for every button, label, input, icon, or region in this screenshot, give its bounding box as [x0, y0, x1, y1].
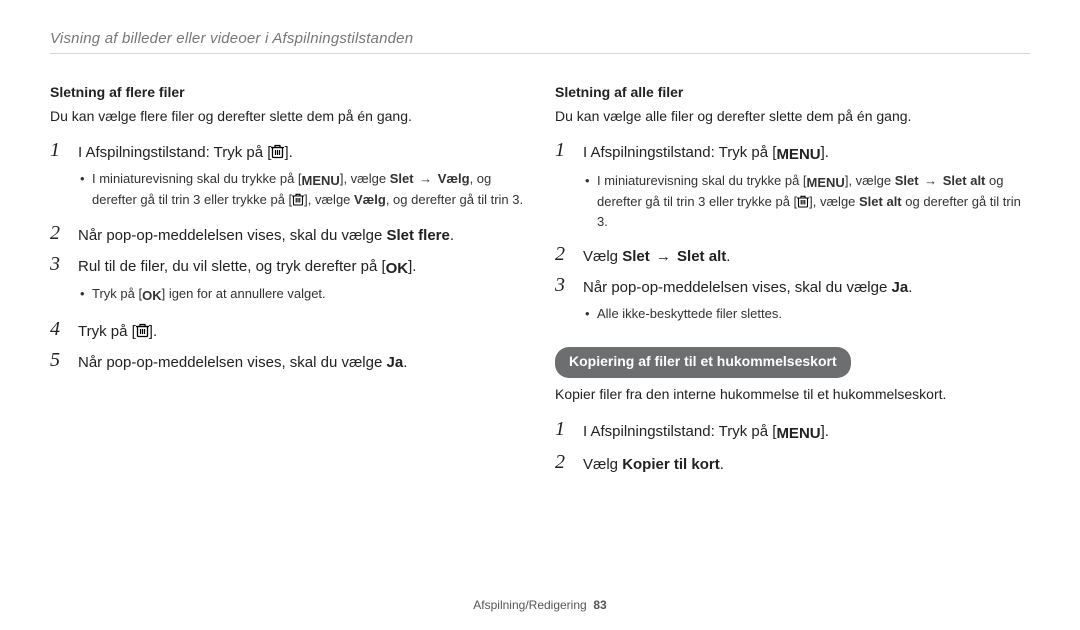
two-column-layout: Sletning af flere filer Du kan vælge fle… [50, 82, 1030, 494]
left-subhead: Sletning af flere filer [50, 82, 525, 104]
step: 2 Vælg Slet → Slet alt. [555, 243, 1030, 268]
step-sublist: I miniaturevisning skal du trykke på [ME… [78, 169, 525, 210]
step-sublist: Alle ikke-beskyttede filer slettes. [583, 304, 1030, 324]
page-header: Visning af billeder eller videoer i Afsp… [50, 30, 1030, 54]
section-pill: Kopiering af filer til et hukommelseskor… [555, 347, 851, 378]
step: 3 Rul til de filer, du vil slette, og tr… [50, 253, 525, 312]
page-footer: Afspilning/Redigering 83 [0, 598, 1080, 612]
step: 1 I Afspilningstilstand: Tryk på [MENU]. [555, 418, 1030, 445]
step-body: Når pop-op-meddelelsen vises, skal du væ… [78, 349, 525, 374]
step-body: Når pop-op-meddelelsen vises, skal du væ… [583, 274, 1030, 329]
step: 1 I Afspilningstilstand: Tryk på []. I m… [50, 139, 525, 215]
right-intro: Du kan vælge alle filer og derefter slet… [555, 106, 1030, 128]
step-number: 3 [50, 253, 76, 275]
step-number: 3 [555, 274, 581, 296]
trash-icon [136, 323, 149, 338]
footer-page-number: 83 [593, 598, 606, 612]
sub-item: Tryk på [OK] igen for at annullere valge… [78, 284, 525, 306]
pill-intro: Kopier filer fra den interne hukommelse … [555, 384, 1030, 406]
right-steps-2: 1 I Afspilningstilstand: Tryk på [MENU].… [555, 418, 1030, 477]
right-column: Sletning af alle filer Du kan vælge alle… [555, 82, 1030, 494]
step-body: I Afspilningstilstand: Tryk på [MENU]. I… [583, 139, 1030, 237]
footer-section: Afspilning/Redigering [473, 598, 586, 612]
right-subhead: Sletning af alle filer [555, 82, 1030, 104]
step-body: Rul til de filer, du vil slette, og tryk… [78, 253, 525, 312]
step-number: 1 [50, 139, 76, 161]
step-number: 1 [555, 418, 581, 440]
step-body: I Afspilningstilstand: Tryk på [MENU]. [583, 418, 1030, 445]
step-sublist: Tryk på [OK] igen for at annullere valge… [78, 284, 525, 306]
step: 5 Når pop-op-meddelelsen vises, skal du … [50, 349, 525, 374]
step: 1 I Afspilningstilstand: Tryk på [MENU].… [555, 139, 1030, 237]
step-sublist: I miniaturevisning skal du trykke på [ME… [583, 171, 1030, 232]
step-number: 5 [50, 349, 76, 371]
menu-icon: MENU [302, 171, 340, 191]
menu-icon: MENU [776, 422, 820, 445]
menu-icon: MENU [776, 143, 820, 166]
trash-icon [292, 193, 304, 206]
ok-icon: OK [386, 257, 409, 280]
ok-icon: OK [142, 286, 162, 306]
step-body: Vælg Kopier til kort. [583, 451, 1030, 476]
right-steps: 1 I Afspilningstilstand: Tryk på [MENU].… [555, 139, 1030, 329]
manual-page: Visning af billeder eller videoer i Afsp… [0, 0, 1080, 630]
trash-icon [271, 144, 284, 159]
step: 3 Når pop-op-meddelelsen vises, skal du … [555, 274, 1030, 329]
step-number: 4 [50, 318, 76, 340]
step-number: 2 [50, 222, 76, 244]
menu-icon: MENU [807, 173, 845, 193]
step: 2 Når pop-op-meddelelsen vises, skal du … [50, 222, 525, 247]
step-number: 2 [555, 451, 581, 473]
step-body: Når pop-op-meddelelsen vises, skal du væ… [78, 222, 525, 247]
step-body: Vælg Slet → Slet alt. [583, 243, 1030, 268]
left-steps: 1 I Afspilningstilstand: Tryk på []. I m… [50, 139, 525, 374]
sub-item: I miniaturevisning skal du trykke på [ME… [583, 171, 1030, 232]
sub-item: I miniaturevisning skal du trykke på [ME… [78, 169, 525, 210]
step-number: 2 [555, 243, 581, 265]
step-body: Tryk på []. [78, 318, 525, 343]
left-intro: Du kan vælge flere filer og derefter sle… [50, 106, 525, 128]
step: 2 Vælg Kopier til kort. [555, 451, 1030, 476]
sub-item: Alle ikke-beskyttede filer slettes. [583, 304, 1030, 324]
step: 4 Tryk på []. [50, 318, 525, 343]
trash-icon [797, 195, 809, 208]
step-number: 1 [555, 139, 581, 161]
step-body: I Afspilningstilstand: Tryk på []. I min… [78, 139, 525, 215]
left-column: Sletning af flere filer Du kan vælge fle… [50, 82, 525, 494]
